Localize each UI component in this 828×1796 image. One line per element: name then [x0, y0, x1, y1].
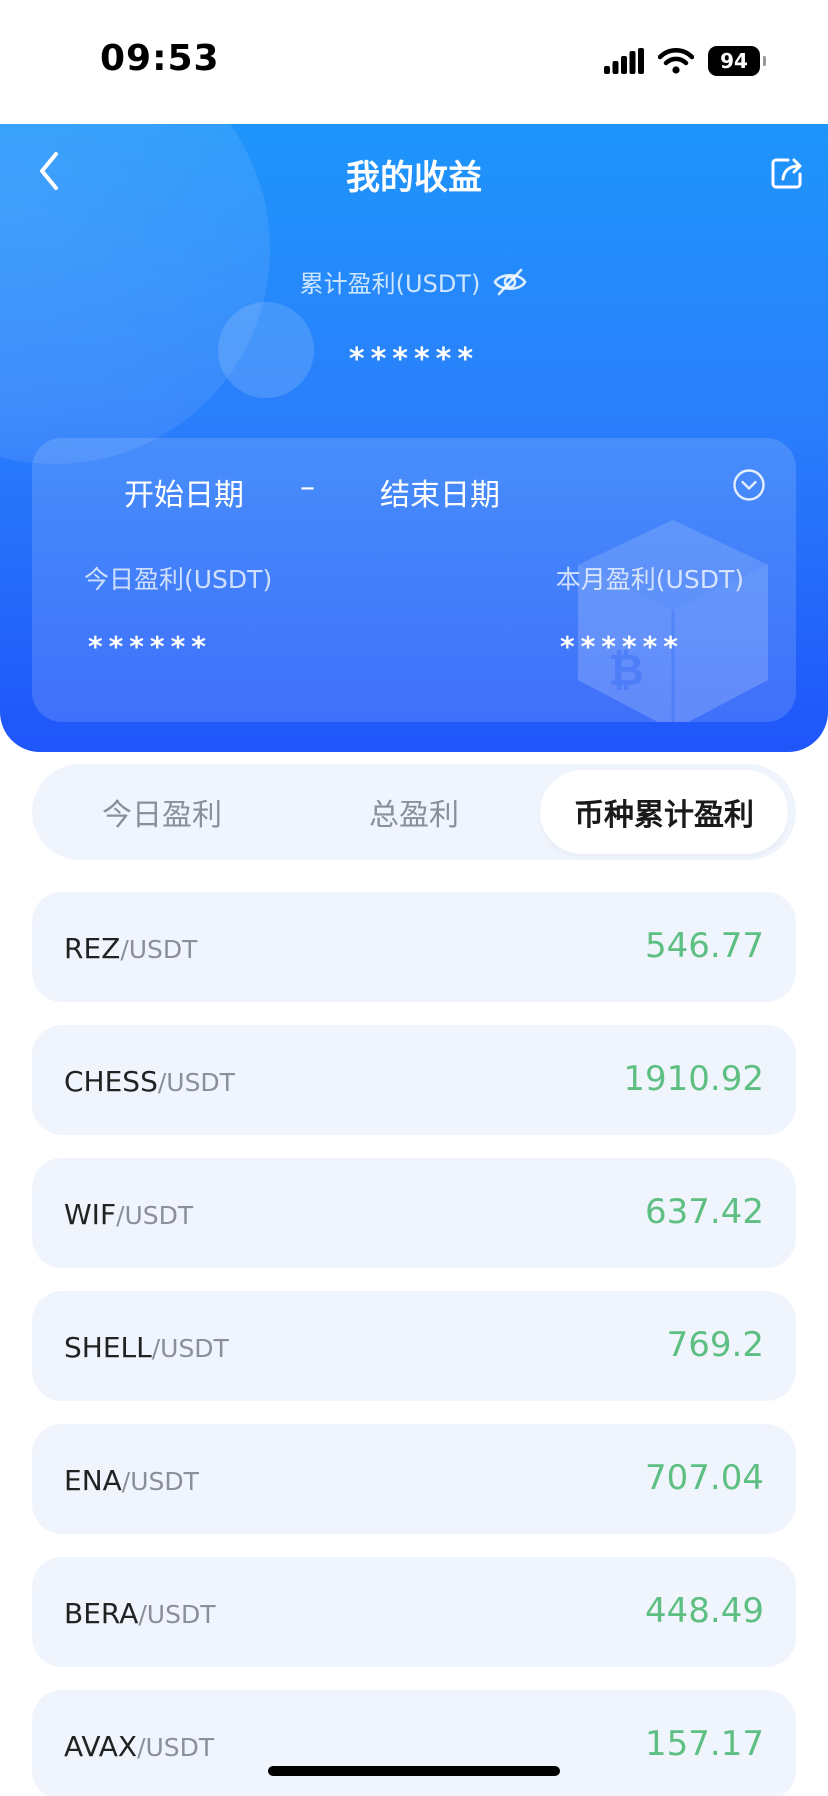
base-symbol: CHESS: [64, 1065, 158, 1098]
status-time: 09:53: [100, 38, 220, 79]
trading-pair: REZ/USDT: [64, 932, 197, 965]
profit-tabs: 今日盈利 总盈利 币种累计盈利: [32, 764, 796, 860]
profit-amount: 448.49: [645, 1591, 764, 1631]
tab-coin-cumulative-profit[interactable]: 币种累计盈利: [540, 770, 788, 854]
list-item[interactable]: ENA/USDT 707.04: [32, 1424, 796, 1534]
tab-today-profit[interactable]: 今日盈利: [38, 770, 286, 854]
trading-pair: SHELL/USDT: [64, 1331, 229, 1364]
list-item[interactable]: REZ/USDT 546.77: [32, 892, 796, 1002]
trading-pair: BERA/USDT: [64, 1597, 216, 1630]
quote-symbol: /USDT: [116, 1201, 194, 1230]
quote-symbol: /USDT: [138, 1600, 216, 1629]
battery-indicator: 94: [708, 46, 766, 76]
today-profit-value: ******: [88, 630, 212, 663]
today-profit-label: 今日盈利(USDT): [84, 565, 273, 594]
date-range-stats-card: ₿ 开始日期 – 结束日期 今日盈利(USDT) 本月盈利(USDT) ****…: [32, 438, 796, 722]
trading-pair: WIF/USDT: [64, 1198, 193, 1231]
profit-header: 我的收益 累计盈利(USDT) ****** ₿ 开始日期 – 结束日期 今日盈…: [0, 124, 828, 752]
base-symbol: REZ: [64, 932, 121, 965]
quote-symbol: /USDT: [121, 1467, 199, 1496]
cumulative-profit-value: ******: [348, 342, 480, 377]
profit-amount: 637.42: [645, 1192, 764, 1232]
trading-pair: CHESS/USDT: [64, 1065, 235, 1098]
list-item[interactable]: SHELL/USDT 769.2: [32, 1291, 796, 1401]
coin-profit-list: REZ/USDT 546.77 CHESS/USDT 1910.92 WIF/U…: [32, 892, 796, 1796]
profit-amount: 707.04: [645, 1458, 764, 1498]
cellular-signal-icon: [604, 48, 644, 74]
quote-symbol: /USDT: [157, 1068, 235, 1097]
tab-total-profit[interactable]: 总盈利: [290, 770, 538, 854]
month-profit-value: ******: [560, 630, 684, 663]
list-item[interactable]: BERA/USDT 448.49: [32, 1557, 796, 1667]
share-icon[interactable]: [768, 152, 808, 192]
status-icons: 94: [604, 46, 766, 76]
cumulative-profit-label-row: 累计盈利(USDT): [0, 264, 828, 299]
end-date-picker[interactable]: 结束日期: [380, 470, 500, 514]
list-item[interactable]: WIF/USDT 637.42: [32, 1158, 796, 1268]
date-separator: –: [300, 470, 315, 505]
start-date-picker[interactable]: 开始日期: [124, 470, 244, 514]
list-item[interactable]: AVAX/USDT 157.17: [32, 1690, 796, 1796]
quote-symbol: /USDT: [151, 1334, 229, 1363]
eye-off-icon[interactable]: [492, 267, 528, 297]
profit-amount: 157.17: [645, 1724, 764, 1764]
trading-pair: AVAX/USDT: [64, 1730, 214, 1763]
base-symbol: SHELL: [64, 1331, 152, 1364]
home-indicator[interactable]: [268, 1766, 560, 1776]
cumulative-profit-label: 累计盈利(USDT): [299, 270, 481, 298]
month-profit-label: 本月盈利(USDT): [555, 565, 744, 594]
page-title: 我的收益: [346, 158, 482, 198]
profit-amount: 546.77: [645, 926, 764, 966]
trading-pair: ENA/USDT: [64, 1464, 199, 1497]
base-symbol: AVAX: [64, 1730, 138, 1763]
base-symbol: ENA: [64, 1464, 122, 1497]
base-symbol: BERA: [64, 1597, 139, 1630]
profit-amount: 769.2: [666, 1325, 764, 1365]
quote-symbol: /USDT: [137, 1733, 215, 1762]
list-item[interactable]: CHESS/USDT 1910.92: [32, 1025, 796, 1135]
quote-symbol: /USDT: [120, 935, 198, 964]
profit-amount: 1910.92: [623, 1059, 764, 1099]
bitcoin-cube-decoration: ₿: [578, 520, 768, 722]
chevron-down-circle-icon[interactable]: [732, 468, 766, 502]
base-symbol: WIF: [64, 1198, 117, 1231]
wifi-icon: [658, 48, 694, 74]
status-bar: 09:53 94: [0, 0, 828, 124]
